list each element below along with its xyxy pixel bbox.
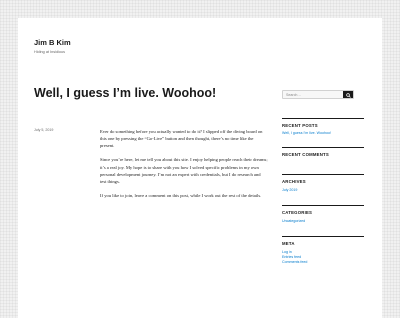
post-content: Ever do something before you actually wa…	[100, 128, 268, 206]
site-description: Hiding at Insidious	[34, 50, 66, 54]
post-title[interactable]: Well, I guess I’m live. Woohoo!	[34, 86, 216, 100]
meta-widget: META Log in Entries feed Comments feed	[282, 236, 364, 265]
recent-post-link[interactable]: Well, I guess I’m live. Woohoo!	[282, 131, 331, 135]
list-item: Well, I guess I’m live. Woohoo!	[282, 131, 364, 136]
search-icon	[345, 92, 351, 98]
meta-entries-feed-link[interactable]: Entries feed	[282, 255, 301, 259]
sidebar: RECENT POSTS Well, I guess I’m live. Woo…	[282, 90, 364, 265]
categories-list: Uncategorized	[282, 219, 364, 224]
post-paragraph: If you like to join, leave a comment on …	[100, 193, 262, 199]
recent-posts-list: Well, I guess I’m live. Woohoo!	[282, 131, 364, 136]
meta-list: Log in Entries feed Comments feed	[282, 250, 364, 265]
categories-widget: CATEGORIES Uncategorized	[282, 205, 364, 224]
archive-link[interactable]: July 2019	[282, 188, 297, 192]
post-paragraph: Since you’re here, let me tell you about…	[100, 157, 268, 184]
meta-login-link[interactable]: Log in	[282, 250, 292, 254]
list-item: Comments feed	[282, 260, 364, 265]
meta-comments-feed-link[interactable]: Comments feed	[282, 260, 307, 264]
post-date-link[interactable]: July 5, 2019	[34, 128, 53, 132]
archives-title: ARCHIVES	[282, 179, 306, 184]
post-paragraph: Ever do something before you actually wa…	[100, 129, 263, 149]
search-button[interactable]	[343, 91, 353, 98]
site-title-link[interactable]: Jim B Kim	[34, 38, 71, 47]
page-container: Jim B Kim Hiding at Insidious Well, I gu…	[18, 18, 382, 318]
recent-comments-widget: RECENT COMMENTS	[282, 147, 364, 157]
archives-list: July 2019	[282, 188, 364, 193]
categories-title: CATEGORIES	[282, 210, 313, 215]
category-link[interactable]: Uncategorized	[282, 219, 305, 223]
meta-title: META	[282, 241, 295, 246]
recent-posts-widget: RECENT POSTS Well, I guess I’m live. Woo…	[282, 118, 364, 136]
site-header: Jim B Kim Hiding at Insidious	[34, 38, 71, 54]
recent-comments-title: RECENT COMMENTS	[282, 152, 329, 157]
search-input[interactable]	[283, 91, 343, 98]
list-item: Uncategorized	[282, 219, 364, 224]
search-form	[282, 90, 354, 99]
archives-widget: ARCHIVES July 2019	[282, 174, 364, 193]
recent-posts-title: RECENT POSTS	[282, 123, 318, 128]
list-item: July 2019	[282, 188, 364, 193]
